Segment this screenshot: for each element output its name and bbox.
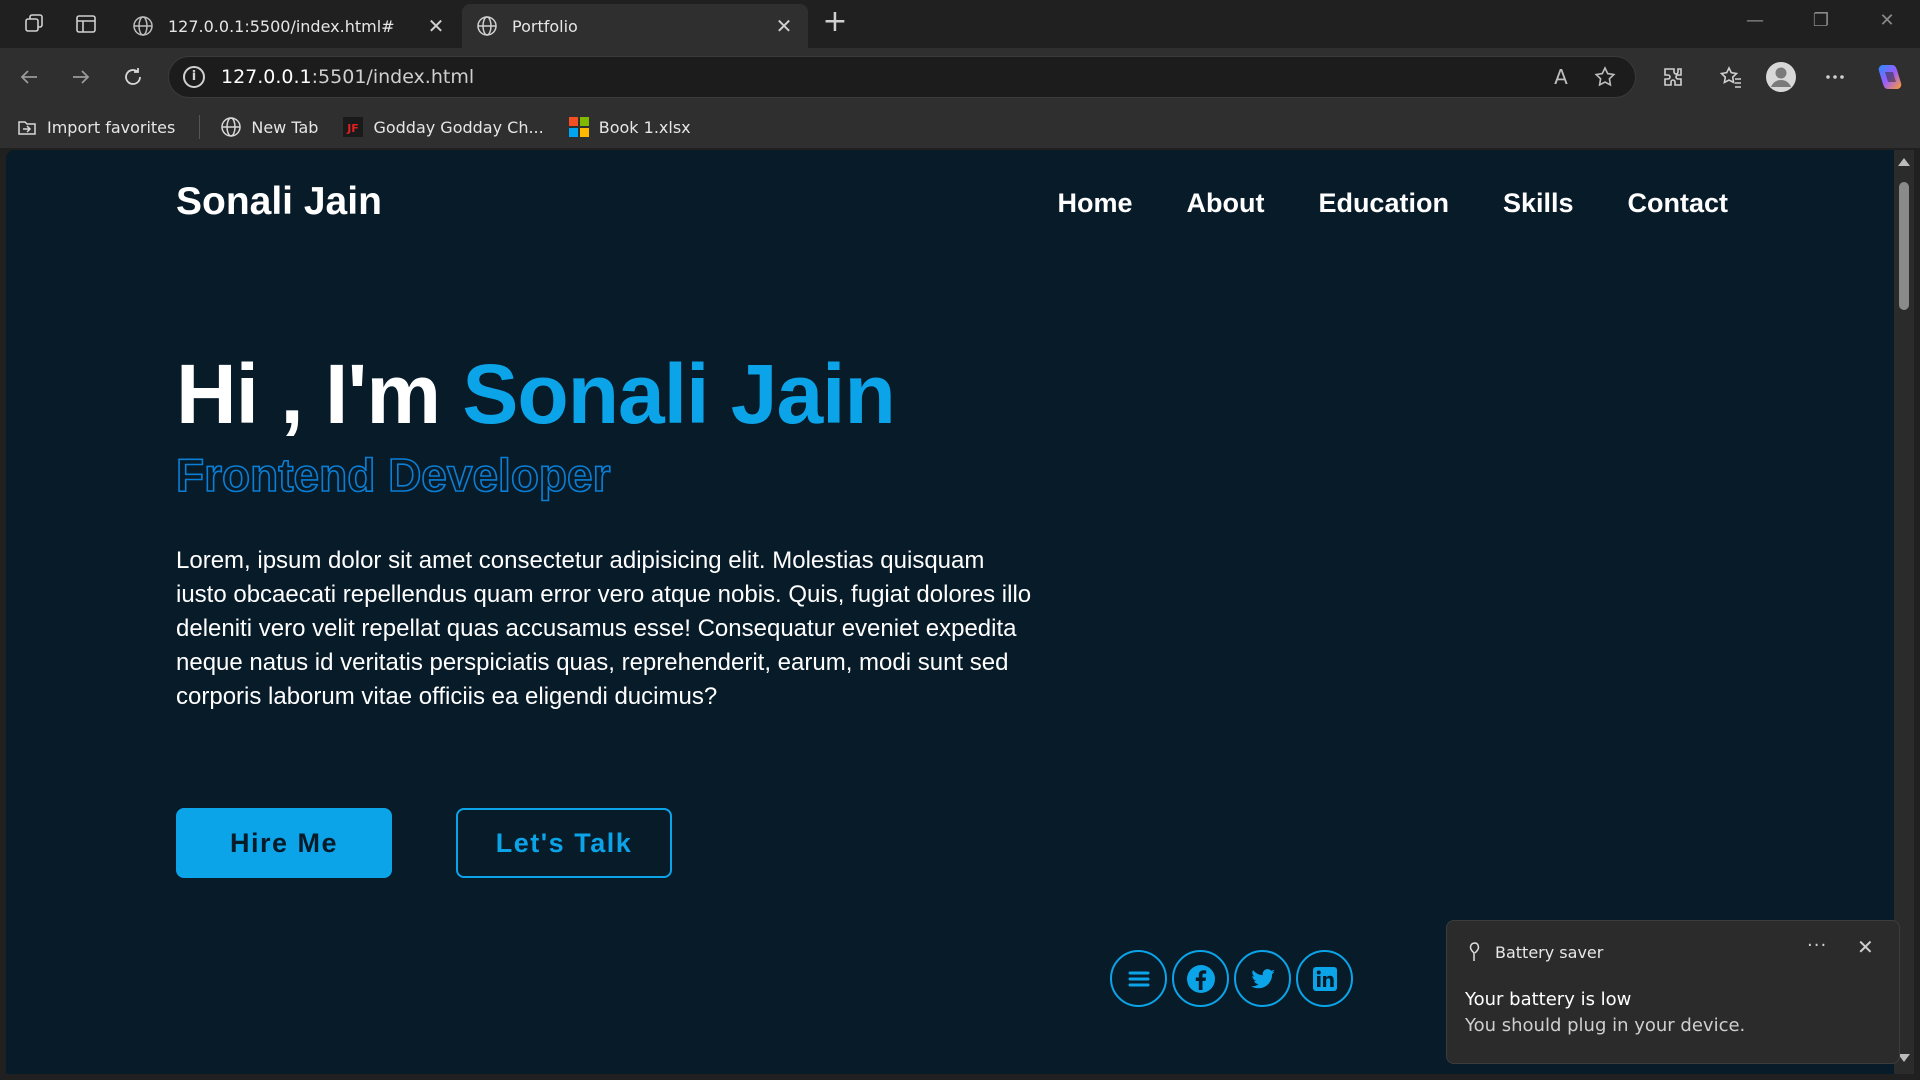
extensions-icon[interactable] <box>1656 60 1690 94</box>
bookmark-label: Godday Godday Ch... <box>373 117 544 137</box>
new-tab-button[interactable]: + <box>820 7 850 38</box>
back-icon[interactable] <box>14 62 44 92</box>
close-tab-icon[interactable]: ✕ <box>774 16 794 36</box>
tab-title: Portfolio <box>512 16 578 36</box>
notification-more-icon[interactable]: ··· <box>1807 935 1827 956</box>
reload-icon[interactable] <box>118 62 148 92</box>
more-menu-icon[interactable] <box>1818 60 1852 94</box>
scroll-thumb[interactable] <box>1899 182 1909 310</box>
globe-icon <box>133 16 153 36</box>
bookmark-separator <box>199 115 201 139</box>
nav-skills[interactable]: Skills <box>1503 188 1574 219</box>
favorite-star-icon[interactable] <box>1591 63 1619 91</box>
site-logo[interactable]: Sonali Jain <box>176 180 382 224</box>
hero-title: Hi , I'm Sonali Jain <box>176 346 896 443</box>
main-nav: Home About Education Skills Contact <box>1057 188 1728 219</box>
url-text: 127.0.0.1:5501/index.html <box>221 66 1547 88</box>
restore-icon[interactable]: ❐ <box>1806 10 1836 36</box>
twitter-icon[interactable] <box>1234 950 1291 1007</box>
globe-icon <box>220 116 242 138</box>
globe-icon <box>477 16 497 36</box>
notification-body: You should plug in your device. <box>1465 1015 1746 1036</box>
bookmark-label: New Tab <box>251 117 319 137</box>
battery-saver-icon <box>1469 942 1480 961</box>
copilot-icon[interactable] <box>1872 60 1906 94</box>
hero-greeting: Hi , I'm <box>176 347 463 441</box>
site-info-icon[interactable]: i <box>183 66 205 88</box>
jf-logo-text: JF <box>347 122 360 135</box>
read-aloud-icon[interactable]: A <box>1547 63 1575 91</box>
favorites-bar: Import favorites New Tab JF Godday Godda… <box>0 106 1920 148</box>
tab-bar: 127.0.0.1:5500/index.html# ✕ Portfolio ✕… <box>0 0 1920 48</box>
nav-contact[interactable]: Contact <box>1628 188 1729 219</box>
hire-me-button[interactable]: Hire Me <box>176 808 392 878</box>
tab-inactive[interactable]: 127.0.0.1:5500/index.html# ✕ <box>118 4 460 48</box>
tab-actions-icon[interactable] <box>72 10 100 38</box>
hero-description: Lorem, ipsum dolor sit amet consectetur … <box>176 547 1032 710</box>
window-close-icon[interactable]: ✕ <box>1872 10 1902 36</box>
hero-name: Sonali Jain <box>462 347 895 441</box>
profile-avatar-icon[interactable] <box>1764 60 1798 94</box>
notification-close-icon[interactable]: ✕ <box>1857 935 1874 959</box>
favorites-icon[interactable] <box>1714 60 1748 94</box>
bookmark-book-xlsx[interactable]: Book 1.xlsx <box>568 116 691 138</box>
nav-education[interactable]: Education <box>1318 188 1449 219</box>
import-icon <box>16 116 38 138</box>
url-host: 127.0.0.1 <box>221 66 312 88</box>
hero-role: Frontend Developer <box>175 448 611 502</box>
bookmark-label: Book 1.xlsx <box>598 117 691 137</box>
linkedin-icon[interactable] <box>1296 950 1353 1007</box>
jf-icon: JF <box>342 116 364 138</box>
social-links <box>1110 950 1353 1007</box>
lets-talk-button[interactable]: Let's Talk <box>456 808 672 878</box>
close-tab-icon[interactable]: ✕ <box>426 16 446 36</box>
bookmark-new-tab[interactable]: New Tab <box>220 116 318 138</box>
url-input[interactable]: i 127.0.0.1:5501/index.html A <box>168 56 1636 98</box>
notification-header: Battery saver <box>1467 941 1603 963</box>
tab-title: 127.0.0.1:5500/index.html# <box>168 16 395 36</box>
bookmark-godday[interactable]: JF Godday Godday Ch... <box>342 116 544 138</box>
address-bar: i 127.0.0.1:5501/index.html A <box>0 48 1920 106</box>
bookmark-import-favorites[interactable]: Import favorites <box>16 116 175 138</box>
facebook-icon[interactable] <box>1172 950 1229 1007</box>
url-path: :5501/index.html <box>311 66 475 88</box>
bookmark-label: Import favorites <box>47 117 176 137</box>
forward-icon[interactable] <box>66 62 96 92</box>
workspaces-icon[interactable] <box>20 10 48 38</box>
notification-app-name: Battery saver <box>1495 942 1604 962</box>
menu-icon[interactable] <box>1110 950 1167 1007</box>
nav-home[interactable]: Home <box>1057 188 1132 219</box>
scroll-up-icon[interactable] <box>1898 158 1910 166</box>
microsoft-icon <box>568 116 590 138</box>
nav-about[interactable]: About <box>1186 188 1264 219</box>
notification-title: Your battery is low <box>1465 989 1632 1010</box>
tab-active[interactable]: Portfolio ✕ <box>462 4 808 48</box>
battery-notification[interactable]: Battery saver ··· ✕ Your battery is low … <box>1446 920 1900 1064</box>
minimize-icon[interactable]: — <box>1740 10 1770 36</box>
